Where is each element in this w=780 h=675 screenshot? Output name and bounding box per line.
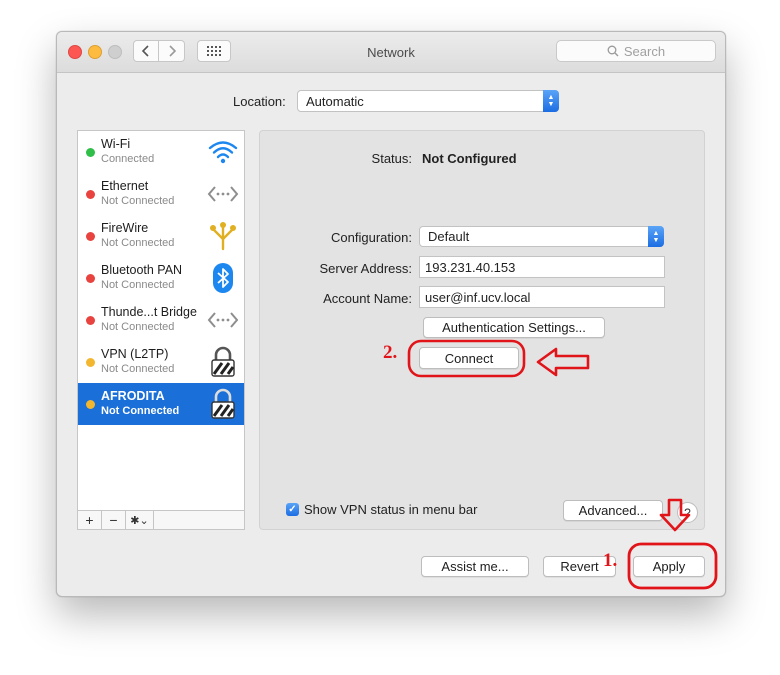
apply-highlight-outline (627, 542, 718, 590)
connect-highlight-outline (407, 339, 526, 378)
connect-arrow-icon (536, 347, 590, 377)
annotation-overlay (407, 339, 718, 590)
apply-arrow-icon (659, 498, 691, 532)
